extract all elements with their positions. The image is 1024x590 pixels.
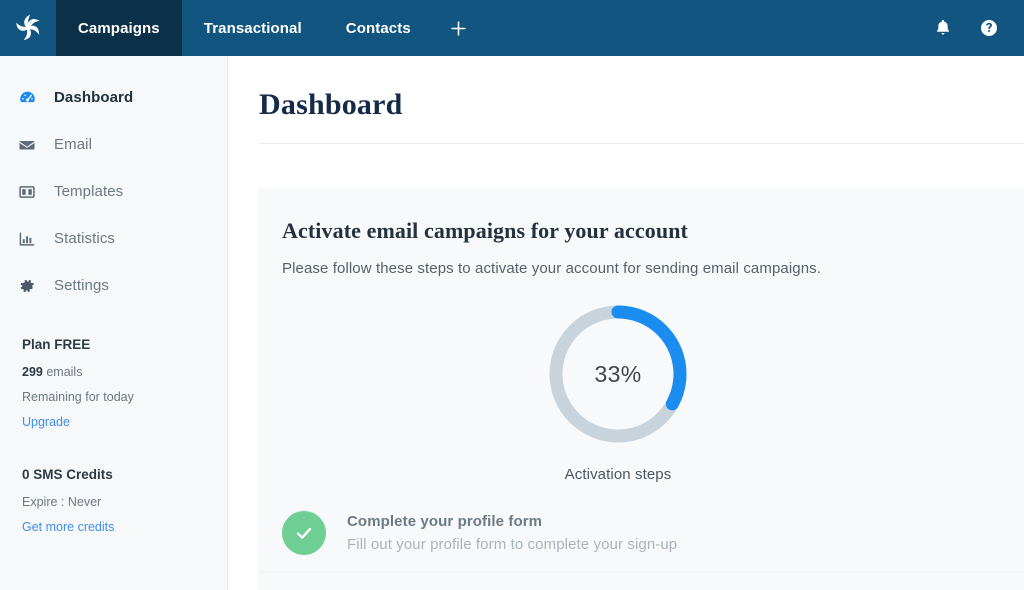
nav-tab-campaigns[interactable]: Campaigns <box>56 0 182 56</box>
sidebar-item-email-label: Email <box>54 136 92 153</box>
sms-expire-label: Expire : Never <box>22 495 227 509</box>
check-circle-icon <box>293 522 315 544</box>
nav-tab-contacts-label: Contacts <box>346 20 411 37</box>
title-divider <box>259 143 1024 144</box>
activation-step-row[interactable]: Complete your profile form Fill out your… <box>258 511 1024 573</box>
progress-donut: 33% <box>543 299 693 449</box>
progress-value: 33% <box>543 299 693 449</box>
sms-credits-title: 0 SMS Credits <box>22 467 227 482</box>
activation-card-heading: Activate email campaigns for your accoun… <box>258 218 1024 244</box>
step-text: Complete your profile form Fill out your… <box>347 513 677 553</box>
sidebar-item-templates[interactable]: Templates <box>0 168 227 215</box>
step-status-badge <box>282 511 326 555</box>
top-header: Campaigns Transactional Contacts <box>0 0 1024 56</box>
question-circle-icon <box>979 18 999 38</box>
sidebar-item-statistics-label: Statistics <box>54 230 115 247</box>
sidebar-item-dashboard-label: Dashboard <box>54 89 133 106</box>
plan-email-count-value: 299 <box>22 365 43 379</box>
upgrade-link[interactable]: Upgrade <box>22 415 227 429</box>
gear-icon <box>18 275 44 297</box>
page-title: Dashboard <box>228 56 1024 122</box>
sidebar: Dashboard Email Templates <box>0 56 228 590</box>
step-description: Fill out your profile form to complete y… <box>347 536 677 553</box>
plan-email-count-unit: emails <box>46 365 82 379</box>
sidebar-item-statistics[interactable]: Statistics <box>0 215 227 262</box>
sidebar-item-settings[interactable]: Settings <box>0 262 227 309</box>
sidebar-item-templates-label: Templates <box>54 183 123 200</box>
plan-email-count: 299 emails <box>22 365 227 379</box>
activation-progress: 33% Activation steps <box>258 299 978 483</box>
bell-icon <box>933 18 953 38</box>
activation-card-subheading: Please follow these steps to activate yo… <box>258 260 1024 277</box>
bar-chart-icon <box>18 228 44 250</box>
header-actions <box>922 0 1024 56</box>
sidebar-item-settings-label: Settings <box>54 277 109 294</box>
pinwheel-logo-icon <box>13 13 43 43</box>
brand-logo[interactable] <box>0 0 56 56</box>
add-button[interactable] <box>433 0 485 56</box>
step-title: Complete your profile form <box>347 513 677 530</box>
sidebar-item-dashboard[interactable]: Dashboard <box>0 74 227 121</box>
get-more-credits-link[interactable]: Get more credits <box>22 520 227 534</box>
nav-tab-transactional-label: Transactional <box>204 20 302 37</box>
plan-title: Plan FREE <box>22 337 227 352</box>
envelope-icon <box>18 134 44 156</box>
nav-tab-contacts[interactable]: Contacts <box>324 0 433 56</box>
columns-layout-icon <box>18 181 44 203</box>
progress-caption: Activation steps <box>565 466 672 483</box>
activation-card: Activate email campaigns for your accoun… <box>258 188 1024 590</box>
header-spacer <box>485 0 922 56</box>
sidebar-item-email[interactable]: Email <box>0 121 227 168</box>
main-content: Dashboard Activate email campaigns for y… <box>228 56 1024 590</box>
sms-info: 0 SMS Credits Expire : Never Get more cr… <box>0 467 227 534</box>
notifications-button[interactable] <box>922 0 964 56</box>
plus-icon <box>449 19 468 38</box>
nav-tab-transactional[interactable]: Transactional <box>182 0 324 56</box>
plan-remaining-label: Remaining for today <box>22 390 227 404</box>
app-root: Campaigns Transactional Contacts <box>0 0 1024 590</box>
plan-info: Plan FREE 299 emails Remaining for today… <box>0 337 227 429</box>
help-button[interactable] <box>968 0 1010 56</box>
nav-tab-campaigns-label: Campaigns <box>78 20 160 37</box>
speedometer-icon <box>18 87 44 109</box>
